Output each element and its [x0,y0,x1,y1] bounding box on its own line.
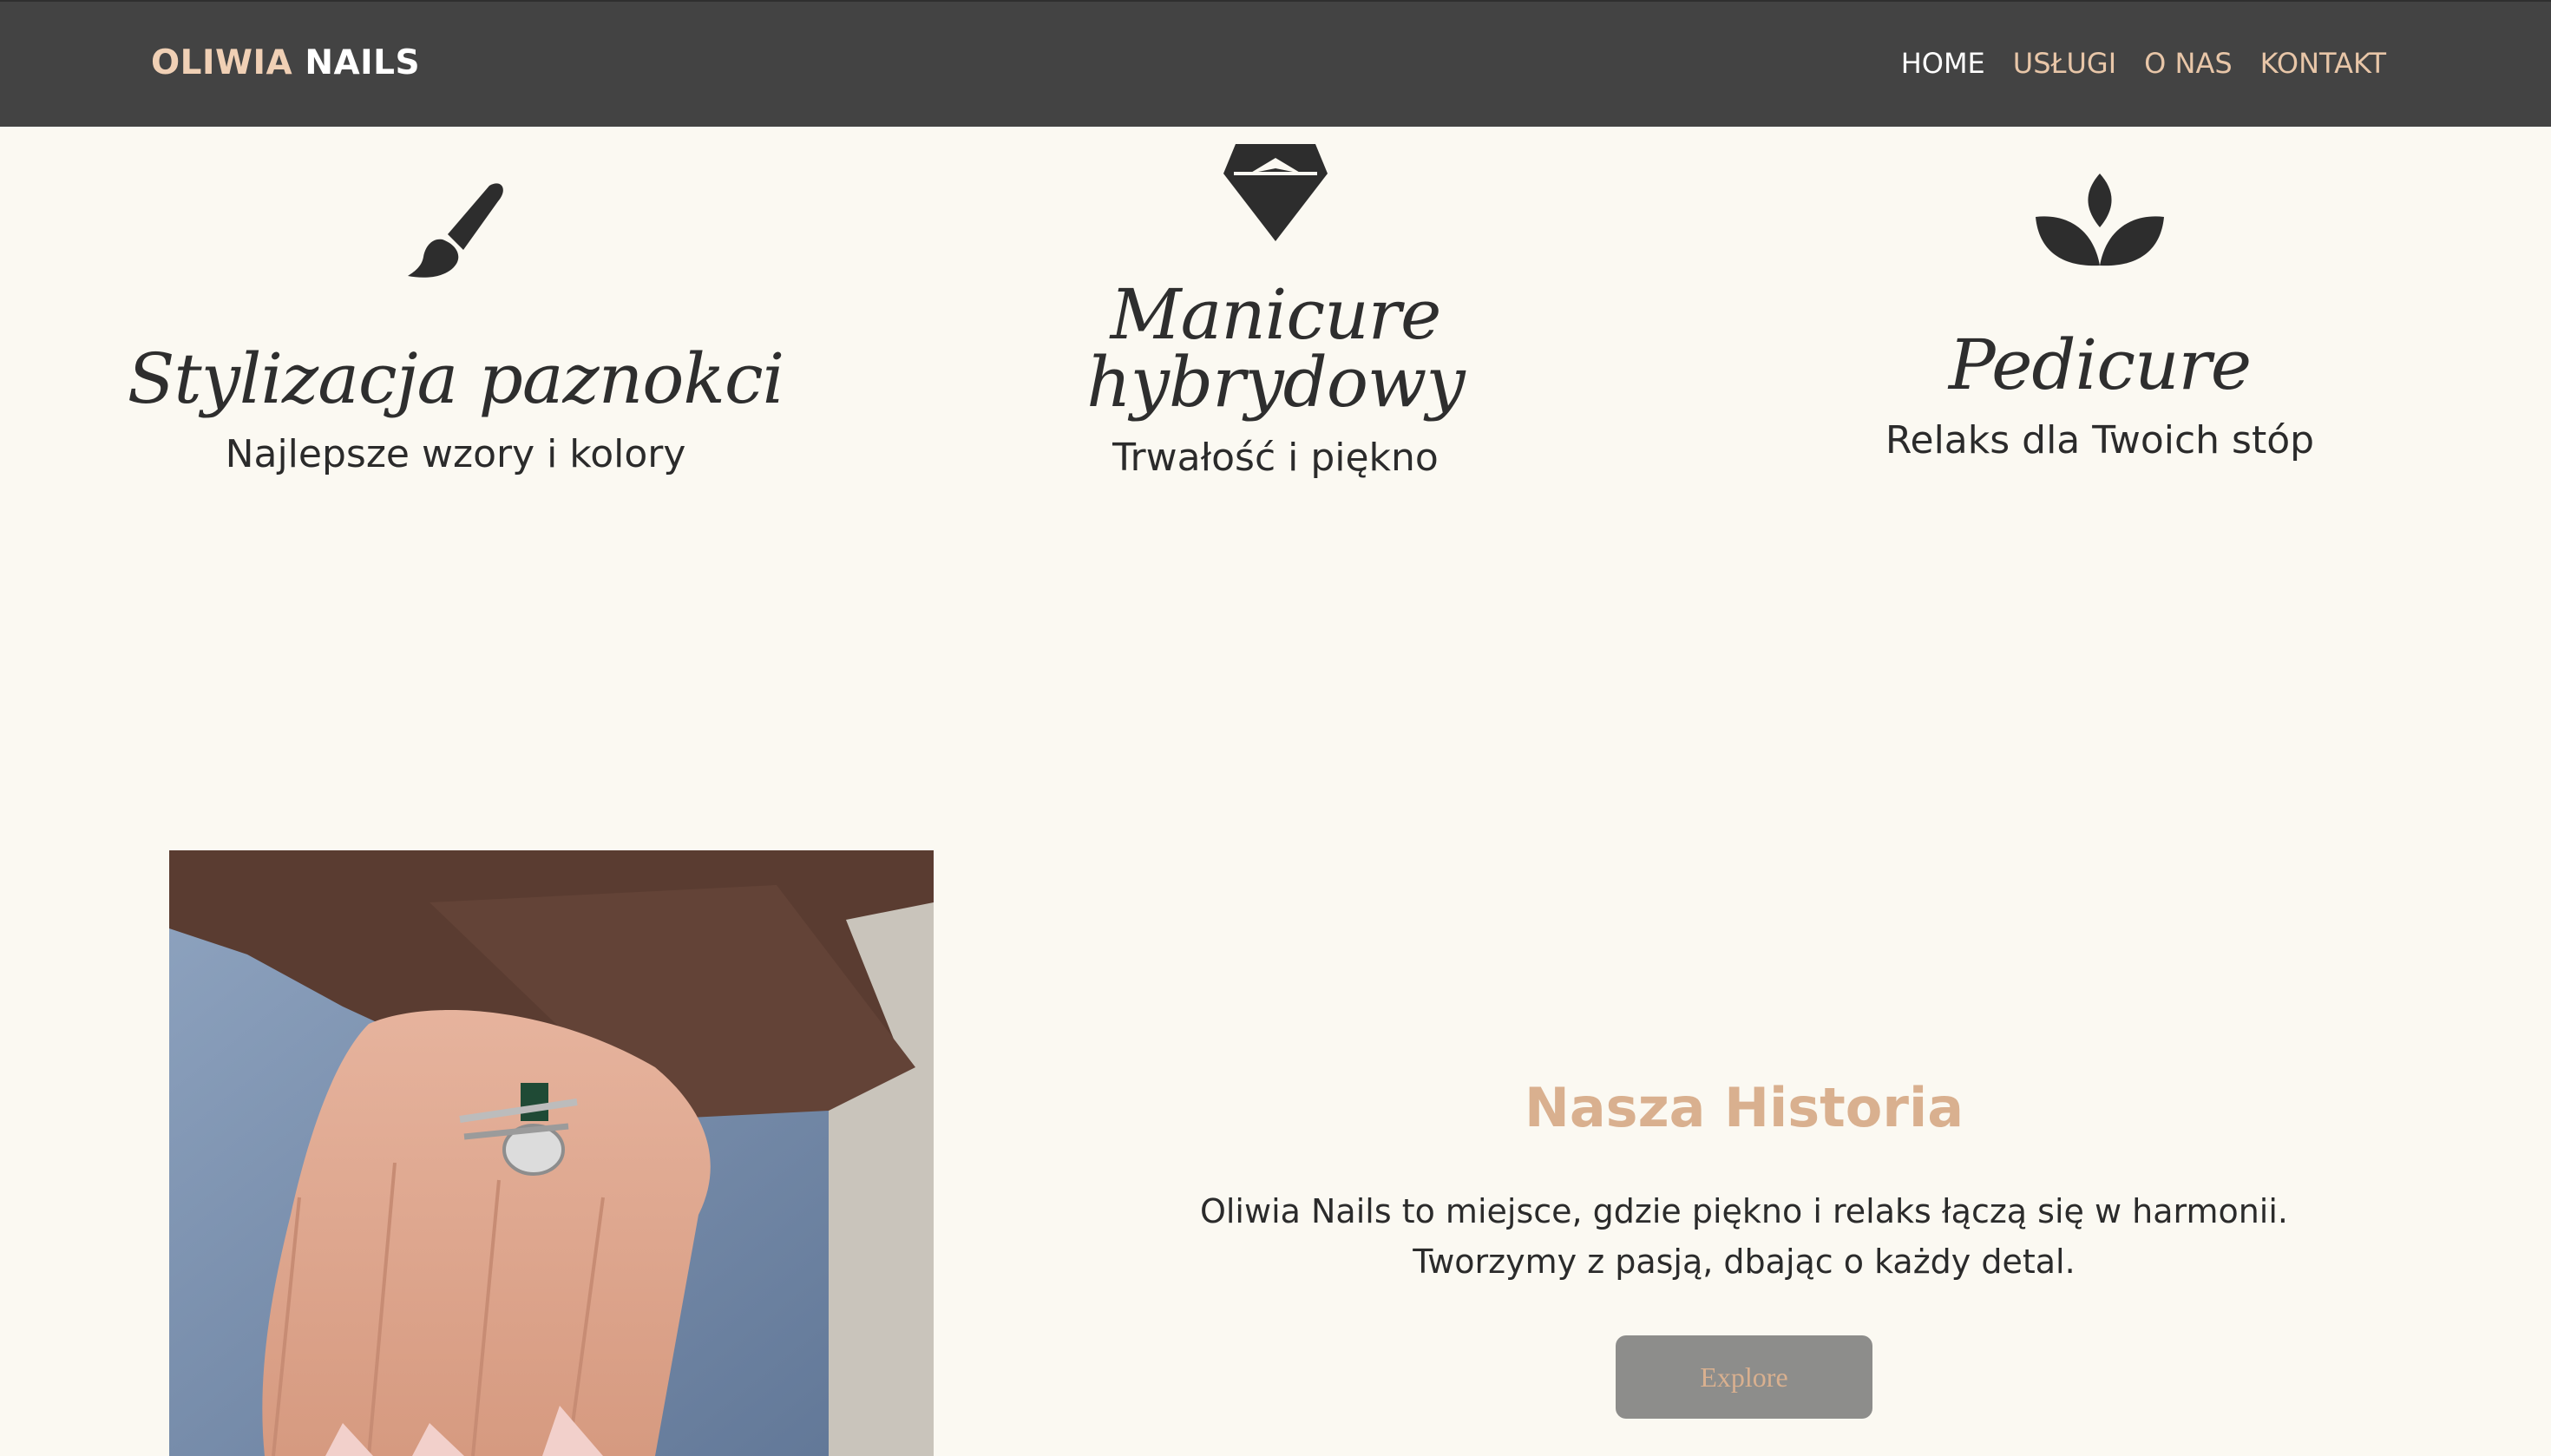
our-story-section: Nasza Historia Oliwia Nails to miejsce, … [1067,1076,2421,1419]
brand-name-part1: OLIWIA [151,43,293,82]
feature-title-line1: Manicure [1110,274,1442,355]
top-navbar: OLIWIA NAILS HOME USŁUGI O NAS KONTAKT [0,0,2551,127]
main-nav: HOME USŁUGI O NAS KONTAKT [1901,47,2386,80]
feature-pedicure: Pedicure Relaks dla Twoich stóp [1805,130,2395,462]
nav-home-link[interactable]: HOME [1901,47,1985,80]
feature-title-line2: hybrydowy [1086,342,1465,423]
feature-stylizacja: Stylizacja paznokci Najlepsze wzory i ko… [121,130,790,476]
paintbrush-icon [408,183,503,278]
explore-button[interactable]: Explore [1616,1335,1872,1419]
section-title: Nasza Historia [1524,1076,1964,1139]
nav-o-nas-link[interactable]: O NAS [2144,47,2233,80]
brand-name-part2: NAILS [305,43,421,82]
feature-title: Stylizacja paznokci [127,338,785,419]
feature-subtitle: Najlepsze wzory i kolory [225,432,686,476]
hand-with-rings-photo [169,850,934,1456]
brand-logo[interactable]: OLIWIA NAILS [151,43,420,82]
feature-subtitle: Trwałość i piękno [1112,436,1439,480]
section-text: Oliwia Nails to miejsce, gdzie piękno i … [1199,1192,2289,1281]
feature-title: Pedicure [1948,325,2252,405]
lotus-icon [2036,174,2164,266]
nav-uslugi-link[interactable]: USŁUGI [2013,47,2116,80]
feature-manicure: Manicure hybrydowy Trwałość i piękno [998,130,1553,480]
diamond-icon [1223,144,1328,241]
feature-subtitle: Relaks dla Twoich stóp [1885,418,2315,462]
nav-kontakt-link[interactable]: KONTAKT [2260,47,2386,80]
